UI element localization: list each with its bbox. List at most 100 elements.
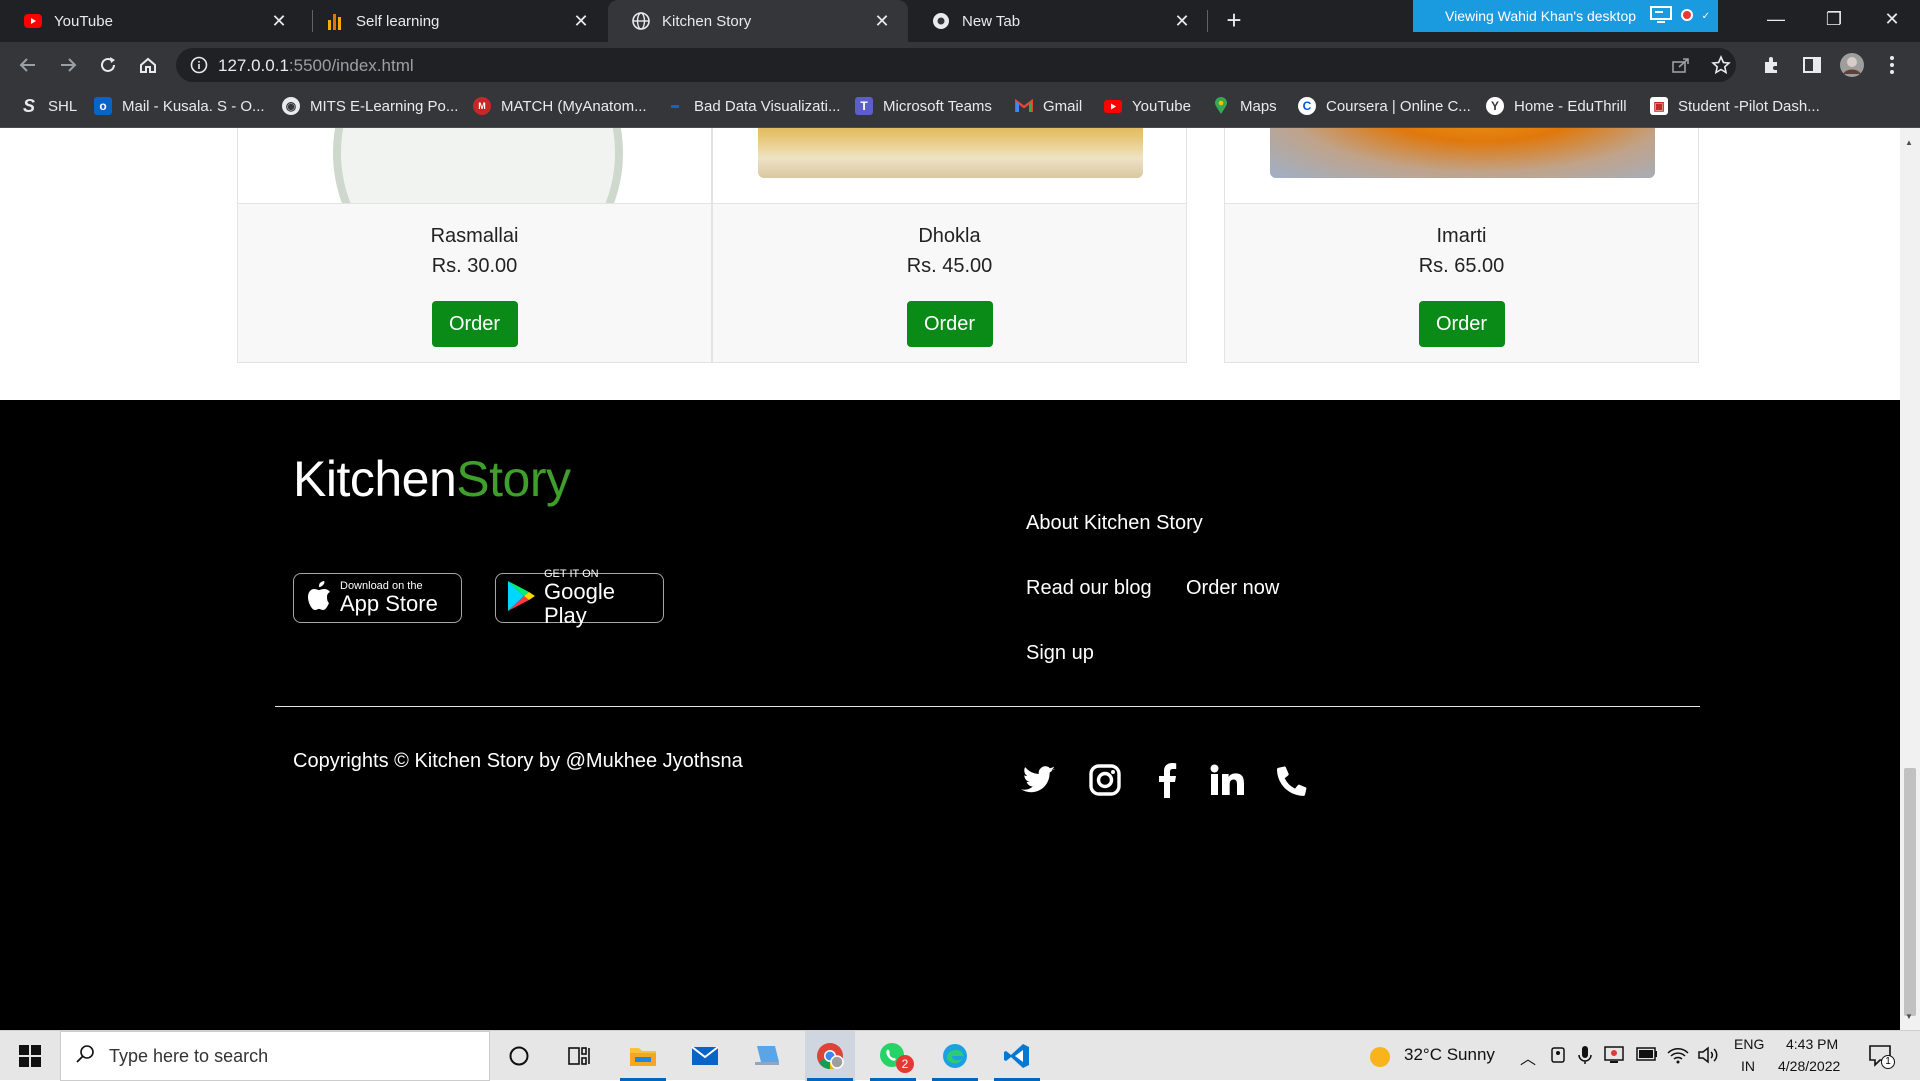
battery-icon[interactable] (1636, 1047, 1658, 1066)
scroll-up-icon[interactable]: ▲ (1905, 138, 1913, 147)
clock-time[interactable]: 4:43 PM (1786, 1036, 1838, 1052)
twitter-icon[interactable] (1018, 760, 1058, 800)
profile-avatar[interactable] (1838, 51, 1866, 79)
share-icon[interactable] (1671, 56, 1691, 79)
start-button[interactable] (0, 1031, 60, 1081)
weather-text[interactable]: 32°C Sunny (1404, 1045, 1495, 1065)
tab-kitchen-story[interactable]: Kitchen Story ✕ (608, 0, 908, 42)
order-button[interactable]: Order (431, 301, 518, 347)
instagram-icon[interactable] (1085, 760, 1125, 800)
microphone-icon[interactable] (1578, 1045, 1592, 1070)
cortana-button[interactable] (494, 1031, 544, 1081)
restore-button[interactable]: ❐ (1806, 0, 1862, 38)
side-panel-button[interactable] (1798, 51, 1826, 79)
tab-youtube[interactable]: YouTube ✕ (0, 0, 305, 42)
task-view-button[interactable] (555, 1031, 605, 1081)
phone-icon[interactable] (1272, 760, 1312, 800)
folder-icon (630, 1048, 656, 1066)
meet-now-icon[interactable] (1550, 1045, 1568, 1070)
new-tab-button[interactable]: + (1220, 6, 1248, 34)
cortana-icon (509, 1046, 529, 1066)
remote-icon[interactable] (1603, 1045, 1625, 1070)
bookmark-coursera[interactable]: C Coursera | Online C... (1298, 88, 1471, 124)
product-card-body: Imarti Rs. 65.00 Order (1225, 203, 1698, 363)
file-explorer-button[interactable] (618, 1031, 668, 1081)
bookmark-label: Student -Pilot Dash... (1678, 97, 1820, 115)
address-bar[interactable]: 127.0.0.1:5500/index.html (176, 48, 1736, 82)
page-scrollbar[interactable]: ▲ ▼ (1900, 128, 1920, 1030)
star-icon[interactable] (1711, 54, 1731, 80)
linkedin-icon[interactable] (1207, 760, 1247, 800)
scroll-down-icon[interactable]: ▼ (1905, 1012, 1913, 1021)
order-now-link[interactable]: Order now (1186, 577, 1279, 600)
bookmark-eduthrill[interactable]: Y Home - EduThrill (1486, 88, 1627, 124)
bookmark-label: YouTube (1132, 97, 1191, 115)
info-icon[interactable] (190, 56, 208, 79)
edge-button[interactable] (930, 1031, 980, 1081)
scrollbar-thumb[interactable] (1904, 768, 1916, 1016)
minimize-button[interactable]: — (1748, 0, 1804, 38)
youtube-icon (1104, 97, 1122, 115)
close-tab-icon[interactable]: ✕ (872, 11, 892, 31)
bookmark-shl[interactable]: S SHL (20, 88, 77, 124)
app-store-big: App Store (340, 591, 438, 616)
app-store-text: Download on the App Store (340, 580, 438, 616)
imarti-image (1270, 128, 1655, 178)
product-card: Rasmallai Rs. 30.00 Order (237, 128, 712, 363)
volume-icon[interactable] (1697, 1045, 1719, 1070)
back-button[interactable] (14, 51, 42, 79)
about-link[interactable]: About Kitchen Story (1026, 512, 1203, 535)
chrome-taskbar-button[interactable] (805, 1031, 855, 1081)
laptop-app-button[interactable] (742, 1031, 792, 1081)
wifi-icon[interactable] (1667, 1045, 1689, 1070)
chrome-menu-button[interactable] (1878, 51, 1906, 79)
vscode-button[interactable] (992, 1031, 1042, 1081)
language-line1[interactable]: ENG (1734, 1036, 1764, 1052)
app-store-badge[interactable]: Download on the App Store (293, 573, 462, 623)
tab-self-learning[interactable]: Self learning ✕ (302, 0, 607, 42)
clock-date[interactable]: 4/28/2022 (1778, 1058, 1840, 1074)
close-window-button[interactable]: ✕ (1864, 0, 1920, 38)
google-play-icon (506, 580, 536, 617)
language-line2[interactable]: IN (1741, 1058, 1755, 1074)
close-tab-icon[interactable]: ✕ (571, 11, 591, 31)
google-play-badge[interactable]: GET IT ON Google Play (495, 568, 664, 628)
close-tab-icon[interactable]: ✕ (1172, 11, 1192, 31)
tab-new-tab[interactable]: New Tab ✕ (908, 0, 1208, 42)
home-button[interactable] (134, 51, 162, 79)
mail-button[interactable] (680, 1031, 730, 1081)
bookmark-bad-data[interactable]: Bad Data Visualizati... (666, 88, 840, 124)
extensions-button[interactable] (1758, 51, 1786, 79)
close-tab-icon[interactable]: ✕ (269, 11, 289, 31)
footer-brand-logo[interactable]: KitchenStory (293, 450, 571, 508)
forward-button[interactable] (54, 51, 82, 79)
monitor-icon[interactable] (1649, 5, 1672, 27)
url-host: 127.0.0.1 (218, 56, 289, 75)
sign-up-link[interactable]: Sign up (1026, 642, 1094, 665)
record-icon[interactable] (1680, 8, 1694, 25)
chevron-down-icon[interactable]: ✓ (1702, 11, 1710, 22)
reload-button[interactable] (94, 51, 122, 79)
bookmark-youtube[interactable]: YouTube (1104, 88, 1191, 124)
blog-link[interactable]: Read our blog (1026, 577, 1152, 600)
notifications-icon[interactable]: 1 (1868, 1044, 1895, 1073)
bookmark-gmail[interactable]: Gmail (1015, 88, 1082, 124)
bookmark-outlook-mail[interactable]: o Mail - Kusala. S - O... (94, 88, 265, 124)
article-icon (666, 97, 684, 115)
bookmark-maps[interactable]: Maps (1212, 88, 1277, 124)
bookmark-match[interactable]: M MATCH (MyAnatom... (473, 88, 647, 124)
bookmark-pilot-dashboard[interactable]: ▣ Student -Pilot Dash... (1650, 88, 1820, 124)
match-icon: M (473, 97, 491, 115)
order-button[interactable]: Order (1418, 301, 1505, 347)
facebook-icon[interactable] (1147, 760, 1187, 800)
bookmark-label: Bad Data Visualizati... (694, 97, 841, 115)
bookmark-mits[interactable]: ◉ MITS E-Learning Po... (282, 88, 458, 124)
bookmark-teams[interactable]: T Microsoft Teams (855, 88, 992, 124)
whatsapp-button[interactable]: 2 (868, 1031, 918, 1081)
taskbar-search-box[interactable]: Type here to search (60, 1031, 490, 1081)
page-viewport: Rasmallai Rs. 30.00 Order Dhokla Rs. 45.… (0, 128, 1900, 1030)
chevron-up-icon[interactable]: ︿ (1520, 1045, 1536, 1069)
order-button[interactable]: Order (906, 301, 993, 347)
mits-icon: ◉ (282, 97, 300, 115)
product-price: Rs. 65.00 (1418, 255, 1505, 277)
